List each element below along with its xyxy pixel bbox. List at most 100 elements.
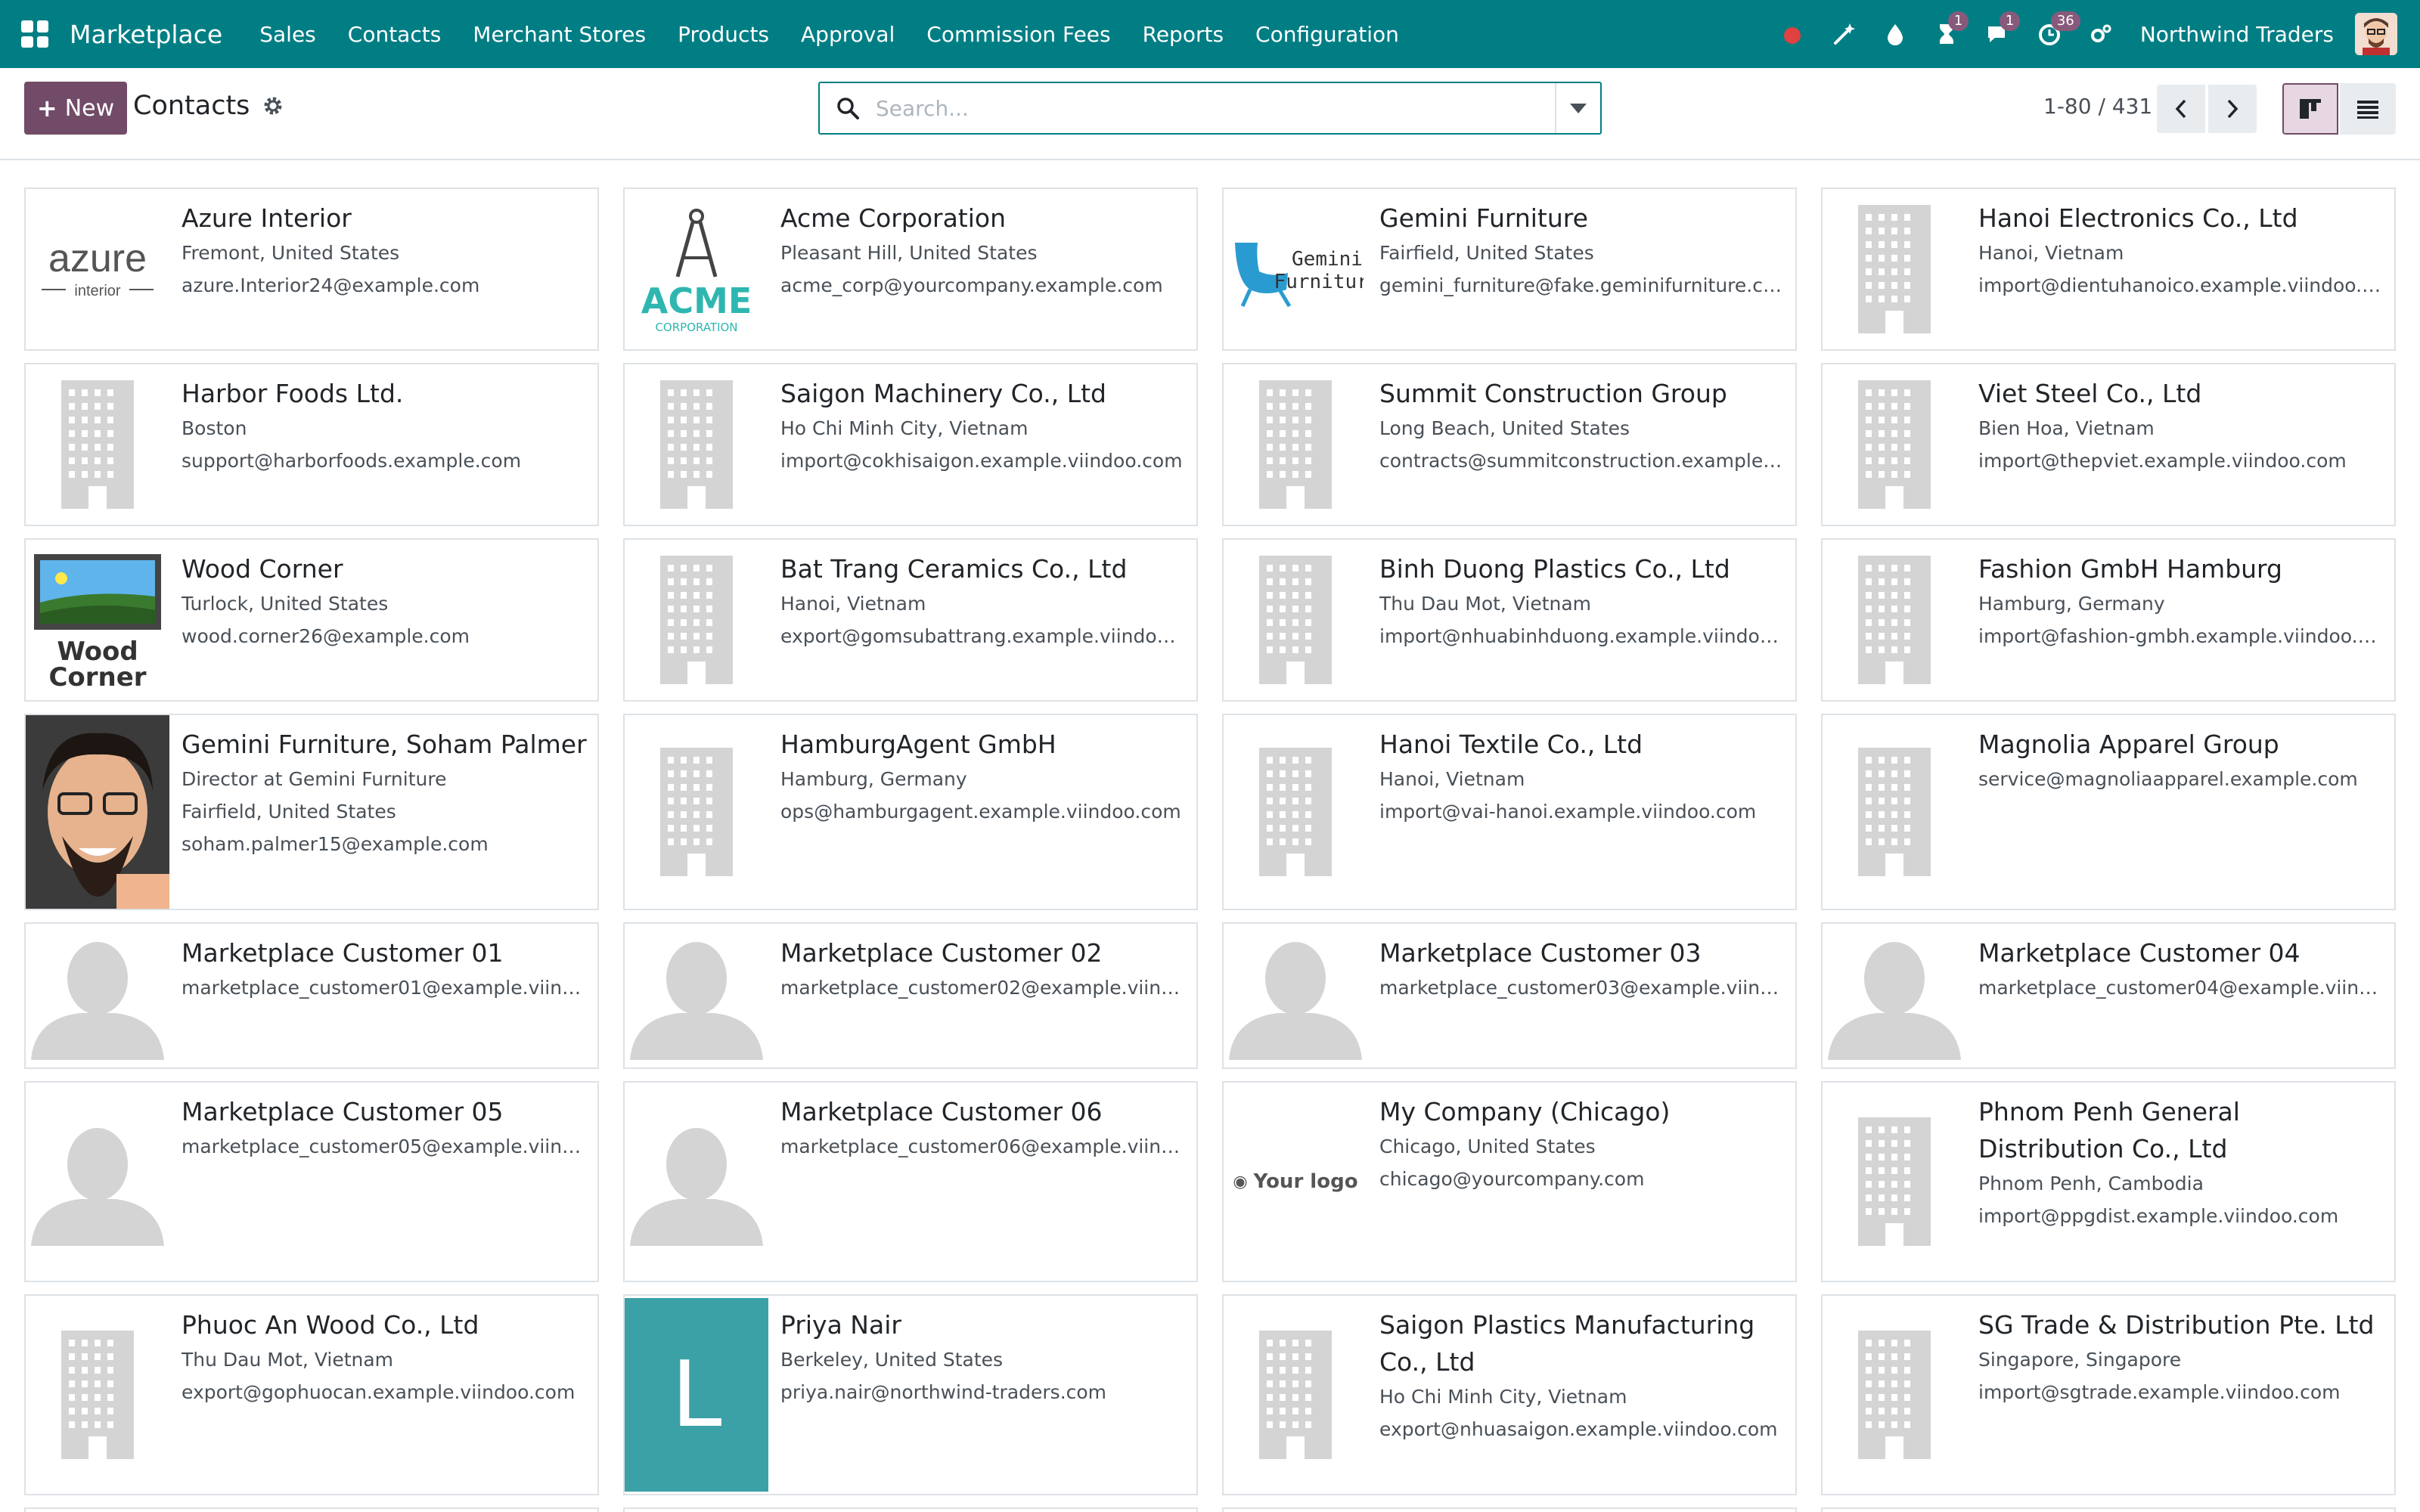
contact-card[interactable]: Bat Trang Ceramics Co., Ltd Hanoi, Vietna… bbox=[623, 538, 1198, 702]
user-avatar[interactable] bbox=[2355, 13, 2397, 55]
contact-image bbox=[625, 364, 768, 525]
contact-info: Boston bbox=[182, 417, 247, 439]
contact-card[interactable]: GeminiFurnitureGemini FurnitureFairfield… bbox=[1222, 187, 1797, 351]
apps-menu-icon[interactable] bbox=[21, 20, 48, 48]
menu-item-approval[interactable]: Approval bbox=[785, 22, 911, 47]
menu-item-sales[interactable]: Sales bbox=[244, 22, 332, 47]
activities-menu[interactable]: 1 bbox=[1934, 11, 1969, 46]
contact-card[interactable]: Hanoi Electronics Co., Ltd Hanoi, Vietnam… bbox=[1821, 187, 2396, 351]
contact-info: Phnom Penh, Cambodia bbox=[1978, 1173, 2204, 1194]
contact-name: Magnolia Apparel Group bbox=[1978, 730, 2279, 759]
debug-tool[interactable] bbox=[1832, 22, 1856, 46]
app-brand[interactable]: Marketplace bbox=[70, 20, 222, 49]
contact-name: Marketplace Customer 03 bbox=[1379, 938, 1702, 968]
contact-email: import@dientuhanoico.example.viindoo.com bbox=[1978, 274, 2384, 296]
updates-menu[interactable]: 36 bbox=[2037, 11, 2080, 46]
contact-card[interactable]: Viet Steel Co., Ltd Bien Hoa, Vietnam impo… bbox=[1821, 363, 2396, 526]
contact-card[interactable]: azure interior Azure Interior Fremont, Unit… bbox=[24, 187, 599, 351]
building-icon bbox=[660, 748, 733, 876]
contact-card[interactable]: Wood Corner Wood Corner Turlock, United Sta… bbox=[24, 538, 599, 702]
recording-indicator[interactable] bbox=[1780, 22, 1804, 46]
company-switcher[interactable]: Northwind Traders bbox=[2089, 22, 2334, 47]
contact-image: L bbox=[625, 1296, 768, 1494]
contact-card[interactable]: ◉ Your logo My Company (Chicago) Chicago, U… bbox=[1222, 1081, 1797, 1282]
contact-name: Bat Trang Ceramics Co., Ltd bbox=[780, 554, 1128, 584]
contact-card[interactable]: Gemini Furniture, Soham Palmer Director a… bbox=[24, 714, 599, 910]
svg-text:azure: azure bbox=[48, 237, 147, 280]
contact-name: SG Trade & Distribution Pte. Ltd bbox=[1978, 1310, 2375, 1340]
contact-image bbox=[26, 364, 169, 525]
contact-card[interactable]: Saigon Plastics Manufacturing Co., Ltd Ho… bbox=[1222, 1294, 1797, 1495]
list-view-button[interactable] bbox=[2340, 83, 2396, 135]
contact-card[interactable]: ACME CORPORATION Acme Corporation Pleasant … bbox=[623, 187, 1198, 351]
contact-card[interactable]: Marketplace Customer 05 marketplace_custo… bbox=[24, 1081, 599, 1282]
contact-card[interactable]: Marketplace Customer 04 marketplace_custo… bbox=[1821, 922, 2396, 1069]
theme-toggle[interactable] bbox=[1883, 22, 1907, 46]
contact-card[interactable]: Summit Construction Group Long Beach, Uni… bbox=[1222, 363, 1797, 526]
contact-image bbox=[625, 924, 768, 1067]
contact-image bbox=[1224, 1296, 1367, 1494]
contact-email: marketplace_customer06@example.viindoo.c… bbox=[780, 1136, 1186, 1157]
contact-card[interactable]: HamburgAgent GmbH Hamburg, Germany ops@ham… bbox=[623, 714, 1198, 910]
contact-card[interactable]: Phnom Penh General Distribution Co., Ltd… bbox=[1821, 1081, 2396, 1282]
contact-card[interactable]: Marketplace Customer 01 marketplace_custo… bbox=[24, 922, 599, 1069]
contact-card[interactable]: Magnolia Apparel Group service@magnoliaap… bbox=[1821, 714, 2396, 910]
contact-card[interactable] bbox=[24, 1507, 599, 1512]
pager-next-button[interactable] bbox=[2208, 85, 2257, 133]
contact-card[interactable]: SG Trade & Distribution Pte. Ltd Singapor… bbox=[1821, 1294, 2396, 1495]
contact-name: Marketplace Customer 05 bbox=[182, 1097, 504, 1126]
contact-name: Priya Nair bbox=[780, 1310, 901, 1340]
contact-card[interactable] bbox=[1222, 1507, 1797, 1512]
contact-card[interactable]: L Priya Nair Berkeley, United States priya.… bbox=[623, 1294, 1198, 1495]
contact-info: Turlock, United States bbox=[182, 593, 389, 615]
contact-email: import@sgtrade.example.viindoo.com bbox=[1978, 1381, 2341, 1403]
contact-email: soham.palmer15@example.com bbox=[182, 833, 489, 855]
contact-email: support@harborfoods.example.com bbox=[182, 450, 522, 472]
contact-card[interactable] bbox=[623, 1507, 1198, 1512]
menu-item-configuration[interactable]: Configuration bbox=[1239, 22, 1415, 47]
contact-email: chicago@yourcompany.com bbox=[1379, 1168, 1645, 1190]
gear-icon[interactable] bbox=[262, 94, 284, 117]
contact-card[interactable]: Marketplace Customer 03 marketplace_custo… bbox=[1222, 922, 1797, 1069]
contact-info: Ho Chi Minh City, Vietnam bbox=[1379, 1386, 1627, 1408]
contact-image: azure interior bbox=[26, 189, 169, 349]
contact-card[interactable]: Binh Duong Plastics Co., Ltd Thu Dau Mot,… bbox=[1222, 538, 1797, 702]
menu-item-merchant-stores[interactable]: Merchant Stores bbox=[457, 22, 662, 47]
menu-item-products[interactable]: Products bbox=[662, 22, 785, 47]
kanban-view-button[interactable] bbox=[2282, 83, 2338, 135]
contact-card[interactable]: Harbor Foods Ltd. Boston support@harborfoo… bbox=[24, 363, 599, 526]
contact-details: Saigon Machinery Co., Ltd Ho Chi Minh Cit… bbox=[780, 375, 1186, 477]
search-options-toggle[interactable] bbox=[1555, 83, 1600, 133]
pager-previous-button[interactable] bbox=[2157, 85, 2205, 133]
contact-details: SG Trade & Distribution Pte. Ltd Singapor… bbox=[1978, 1306, 2384, 1408]
building-icon bbox=[1858, 1331, 1931, 1459]
contact-card[interactable]: Marketplace Customer 02 marketplace_custo… bbox=[623, 922, 1198, 1069]
pager-value[interactable]: 1-80 / 431 bbox=[2043, 94, 2152, 119]
contact-card[interactable]: Saigon Machinery Co., Ltd Ho Chi Minh Cit… bbox=[623, 363, 1198, 526]
contact-name: Viet Steel Co., Ltd bbox=[1978, 379, 2202, 408]
contact-card[interactable]: Fashion GmbH Hamburg Hamburg, Germany impo… bbox=[1821, 538, 2396, 702]
building-icon bbox=[1259, 1331, 1332, 1459]
contact-card[interactable] bbox=[1821, 1507, 2396, 1512]
building-icon bbox=[1858, 1117, 1931, 1246]
contact-card[interactable]: Hanoi Textile Co., Ltd Hanoi, Vietnam impo… bbox=[1222, 714, 1797, 910]
search-icon bbox=[837, 98, 859, 119]
contact-card[interactable]: Phuoc An Wood Co., Ltd Thu Dau Mot, Vietn… bbox=[24, 1294, 599, 1495]
messages-menu[interactable]: 1 bbox=[1986, 11, 2021, 46]
menu-item-reports[interactable]: Reports bbox=[1127, 22, 1239, 47]
contact-card[interactable]: Marketplace Customer 06 marketplace_custo… bbox=[623, 1081, 1198, 1282]
new-button[interactable]: + New bbox=[24, 82, 127, 135]
building-icon bbox=[1858, 748, 1931, 876]
default-avatar-icon bbox=[1828, 942, 1961, 1060]
your-logo-placeholder: ◉ Your logo bbox=[1233, 1170, 1357, 1193]
contact-details: Phuoc An Wood Co., Ltd Thu Dau Mot, Vietn… bbox=[182, 1306, 587, 1408]
contact-details: My Company (Chicago) Chicago, United Stat… bbox=[1379, 1093, 1785, 1195]
search-input[interactable] bbox=[876, 85, 1555, 131]
contact-info: Long Beach, United States bbox=[1379, 417, 1630, 439]
menu-item-contacts[interactable]: Contacts bbox=[332, 22, 458, 47]
contact-image bbox=[26, 1296, 169, 1494]
contact-image bbox=[1224, 364, 1367, 525]
gears-icon bbox=[2090, 24, 2111, 42]
menu-item-commission-fees[interactable]: Commission Fees bbox=[911, 22, 1126, 47]
default-avatar-icon bbox=[1229, 942, 1362, 1060]
